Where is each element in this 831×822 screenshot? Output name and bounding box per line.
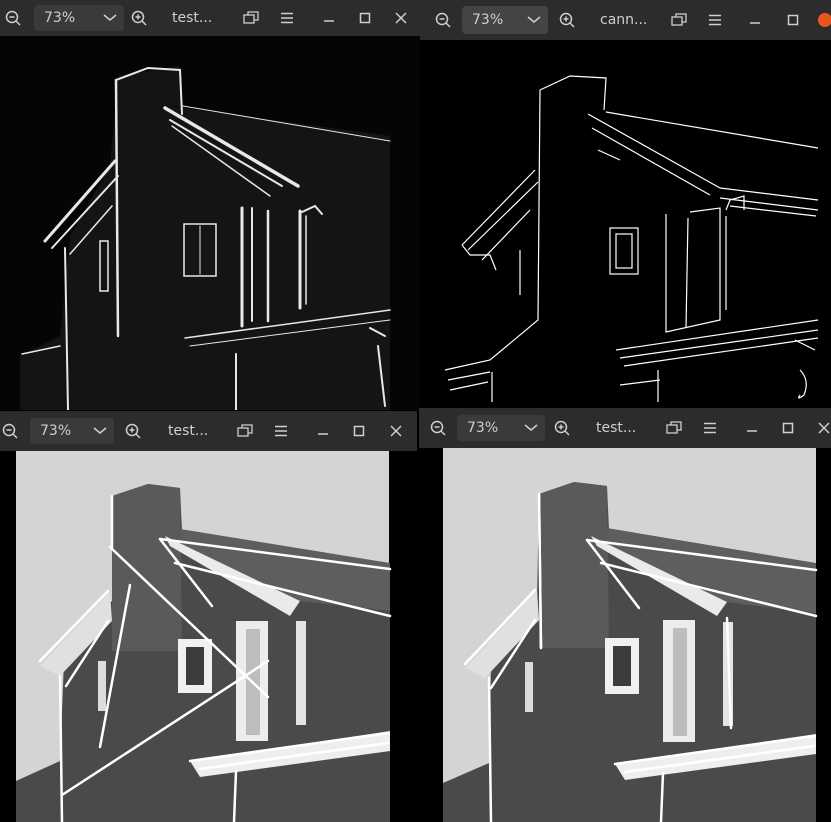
zoom-level-value: 73% [467, 420, 499, 436]
image-canvas [420, 40, 831, 405]
window-titlebar: 73% test... [0, 0, 420, 36]
close-button[interactable] [818, 13, 831, 27]
image-viewer-window-canny: 73% cann... [420, 0, 831, 405]
restore-view-icon[interactable] [663, 408, 685, 448]
window-titlebar: 73% test... [419, 408, 831, 448]
zoom-level-value: 73% [44, 10, 76, 26]
hamburger-menu-icon[interactable] [276, 0, 298, 36]
zoom-level-value: 73% [40, 423, 72, 439]
minimize-icon[interactable] [741, 408, 763, 448]
image-viewer-window-sobel: 73% test... [0, 0, 420, 410]
zoom-in-icon[interactable] [556, 0, 578, 40]
maximize-icon[interactable] [782, 0, 804, 40]
restore-view-icon[interactable] [240, 0, 262, 36]
zoom-out-icon[interactable] [0, 411, 20, 451]
hough-lines-image [0, 451, 417, 822]
window-title: cann... [600, 12, 648, 28]
window-titlebar: 73% test... [0, 411, 417, 451]
maximize-icon[interactable] [348, 411, 370, 451]
image-viewer-window-hough-b: 73% test... [419, 408, 831, 822]
hough-lines-image [419, 448, 831, 822]
zoom-level-dropdown[interactable]: 73% [30, 418, 114, 444]
close-icon[interactable] [813, 408, 831, 448]
hamburger-menu-icon[interactable] [270, 411, 292, 451]
chevron-down-icon [96, 14, 124, 22]
sobel-edge-image [0, 36, 420, 410]
zoom-level-dropdown[interactable]: 73% [457, 415, 545, 441]
zoom-level-value: 73% [472, 12, 504, 28]
image-viewer-window-hough-a: 73% test... [0, 411, 417, 822]
zoom-level-dropdown[interactable]: 73% [462, 6, 548, 34]
image-canvas [419, 448, 831, 822]
image-canvas [0, 451, 417, 822]
window-titlebar: 73% cann... [420, 0, 831, 40]
zoom-level-dropdown[interactable]: 73% [34, 5, 124, 31]
close-icon[interactable] [385, 411, 407, 451]
minimize-icon[interactable] [312, 411, 334, 451]
window-title: test... [172, 10, 213, 26]
hamburger-menu-icon[interactable] [704, 0, 726, 40]
chevron-down-icon [86, 427, 114, 435]
hamburger-menu-icon[interactable] [699, 408, 721, 448]
canny-edge-image [420, 40, 831, 405]
maximize-icon[interactable] [777, 408, 799, 448]
maximize-icon[interactable] [354, 0, 376, 36]
zoom-in-icon[interactable] [122, 411, 144, 451]
chevron-down-icon [517, 424, 545, 432]
restore-view-icon[interactable] [234, 411, 256, 451]
zoom-out-icon[interactable] [2, 0, 24, 36]
window-title: test... [596, 420, 637, 436]
zoom-out-icon[interactable] [427, 408, 449, 448]
window-title: test... [168, 423, 209, 439]
minimize-icon[interactable] [744, 0, 766, 40]
zoom-in-icon[interactable] [551, 408, 573, 448]
image-canvas [0, 36, 420, 410]
minimize-icon[interactable] [318, 0, 340, 36]
chevron-down-icon [520, 16, 548, 24]
restore-view-icon[interactable] [668, 0, 690, 40]
zoom-out-icon[interactable] [432, 0, 454, 40]
zoom-in-icon[interactable] [128, 0, 150, 36]
close-icon[interactable] [390, 0, 412, 36]
